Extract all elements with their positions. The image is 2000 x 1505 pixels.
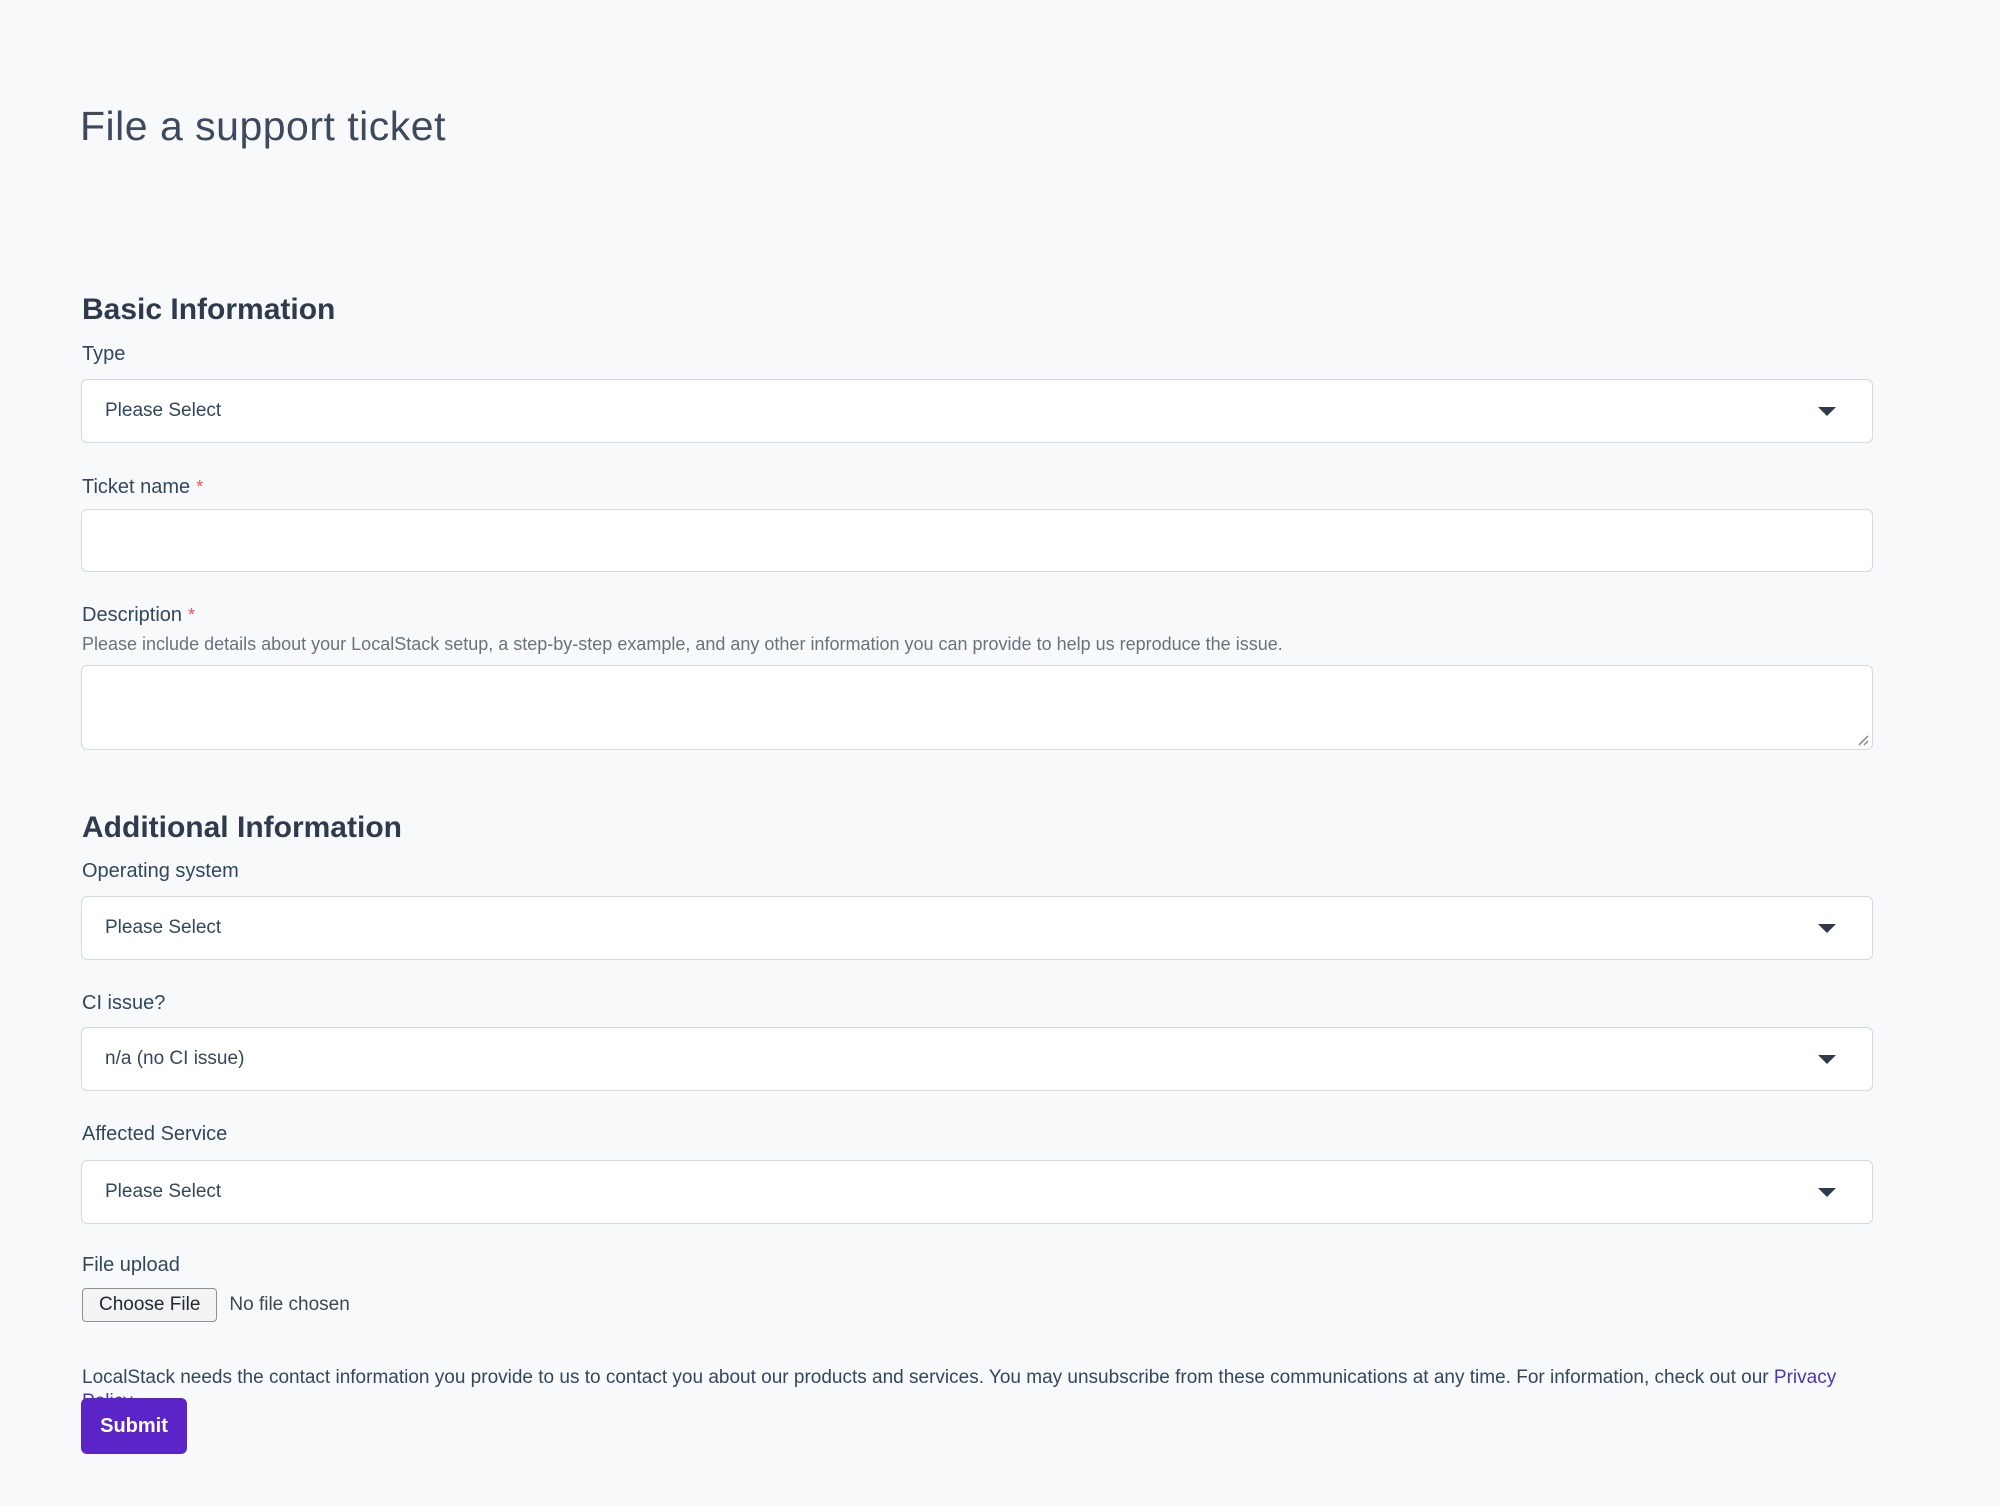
submit-button[interactable]: Submit — [81, 1398, 187, 1454]
chevron-down-icon — [1818, 407, 1836, 416]
privacy-notice: LocalStack needs the contact information… — [82, 1366, 1882, 1414]
ci-issue-label: CI issue? — [82, 991, 165, 1015]
ticket-name-input[interactable] — [81, 509, 1873, 572]
affected-service-label: Affected Service — [82, 1122, 227, 1146]
file-upload-label: File upload — [82, 1253, 180, 1277]
ci-issue-select[interactable]: n/a (no CI issue) — [81, 1027, 1873, 1091]
description-textarea[interactable] — [81, 665, 1873, 750]
type-select[interactable]: Please Select — [81, 379, 1873, 443]
ticket-name-label: Ticket name* — [82, 475, 203, 499]
operating-system-select[interactable]: Please Select — [81, 896, 1873, 960]
operating-system-label: Operating system — [82, 859, 239, 883]
choose-file-button[interactable]: Choose File — [82, 1288, 217, 1322]
page-title: File a support ticket — [80, 103, 446, 150]
chevron-down-icon — [1818, 1055, 1836, 1064]
required-asterisk: * — [196, 477, 203, 497]
section-heading-additional: Additional Information — [82, 811, 402, 845]
section-heading-basic: Basic Information — [82, 293, 335, 327]
file-upload-control: Choose File No file chosen — [82, 1288, 350, 1322]
ci-issue-select-value: n/a (no CI issue) — [105, 1048, 244, 1070]
required-asterisk: * — [188, 605, 195, 625]
type-label: Type — [82, 342, 125, 366]
description-label: Description* — [82, 603, 195, 627]
operating-system-select-value: Please Select — [105, 917, 221, 939]
chevron-down-icon — [1818, 1188, 1836, 1197]
description-helper-text: Please include details about your LocalS… — [82, 633, 1872, 655]
affected-service-select-value: Please Select — [105, 1181, 221, 1203]
resize-grip-icon[interactable] — [1853, 730, 1869, 746]
type-select-value: Please Select — [105, 400, 221, 422]
affected-service-select[interactable]: Please Select — [81, 1160, 1873, 1224]
chevron-down-icon — [1818, 924, 1836, 933]
privacy-text: LocalStack needs the contact information… — [82, 1367, 1774, 1388]
file-upload-status: No file chosen — [229, 1294, 349, 1316]
